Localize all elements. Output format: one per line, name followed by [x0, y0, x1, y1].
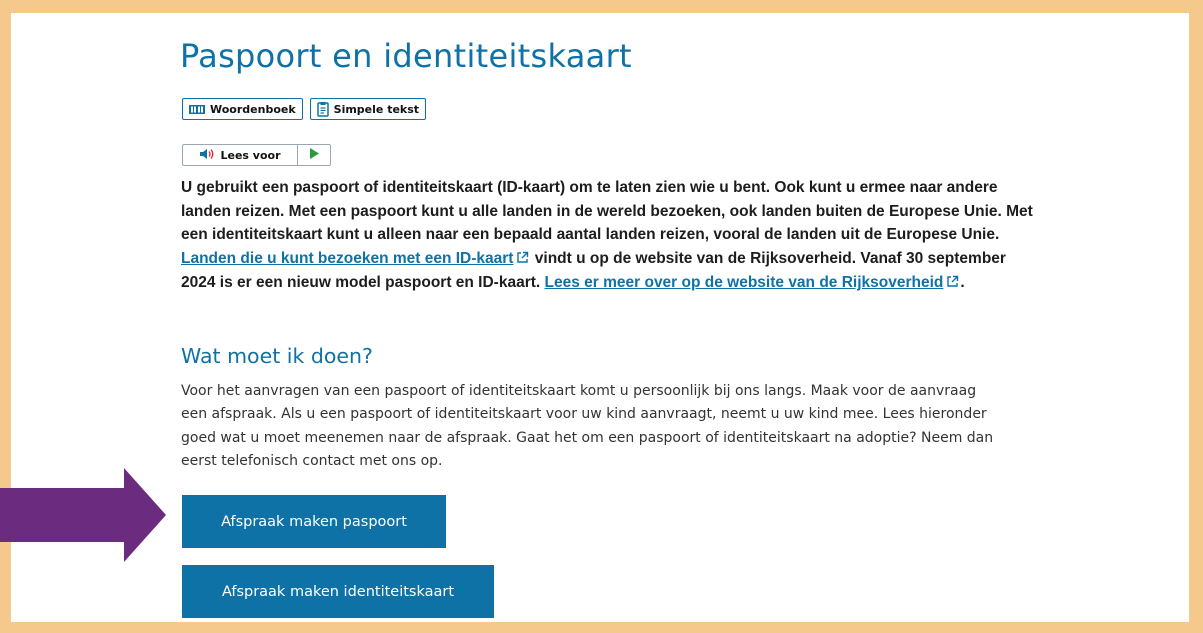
play-icon [309, 146, 319, 164]
dictionary-label: Woordenboek [210, 102, 296, 116]
speaker-icon [199, 148, 215, 163]
arrow-annotation [0, 468, 166, 562]
section-body: Voor het aanvragen van een paspoort of i… [181, 383, 994, 470]
page-content: Paspoort en identiteitskaart Woordenboek [11, 13, 1189, 622]
document-icon [316, 101, 329, 117]
play-button[interactable] [298, 145, 330, 165]
countries-id-card-link[interactable]: Landen die u kunt bezoeken met een ID-ka… [181, 250, 513, 267]
read-aloud-bar: Lees voor [182, 144, 331, 166]
section-title: Wat moet ik doen? [181, 344, 373, 368]
page-title: Paspoort en identiteitskaart [180, 37, 632, 75]
book-passport-appointment-button[interactable]: Afspraak maken paspoort [182, 495, 446, 548]
external-link-icon [516, 248, 529, 272]
intro-text-3: . [960, 274, 965, 291]
book-id-card-appointment-button[interactable]: Afspraak maken identiteitskaart [182, 565, 494, 618]
simple-text-button[interactable]: Simpele tekst [309, 98, 427, 120]
read-aloud-button[interactable]: Lees voor [183, 145, 298, 165]
external-link-icon [946, 272, 959, 296]
intro-text-1: U gebruikt een paspoort of identiteitska… [181, 179, 1033, 243]
book-icon [189, 104, 205, 115]
reading-toolbar: Woordenboek Simpele tekst [182, 98, 427, 120]
dictionary-button[interactable]: Woordenboek [182, 98, 303, 120]
rijksoverheid-link[interactable]: Lees er meer over op de website van de R… [545, 274, 944, 291]
simple-text-label: Simpele tekst [333, 102, 420, 116]
read-aloud-label: Lees voor [220, 148, 281, 162]
intro-paragraph: U gebruikt een paspoort of identiteitska… [181, 176, 1033, 296]
